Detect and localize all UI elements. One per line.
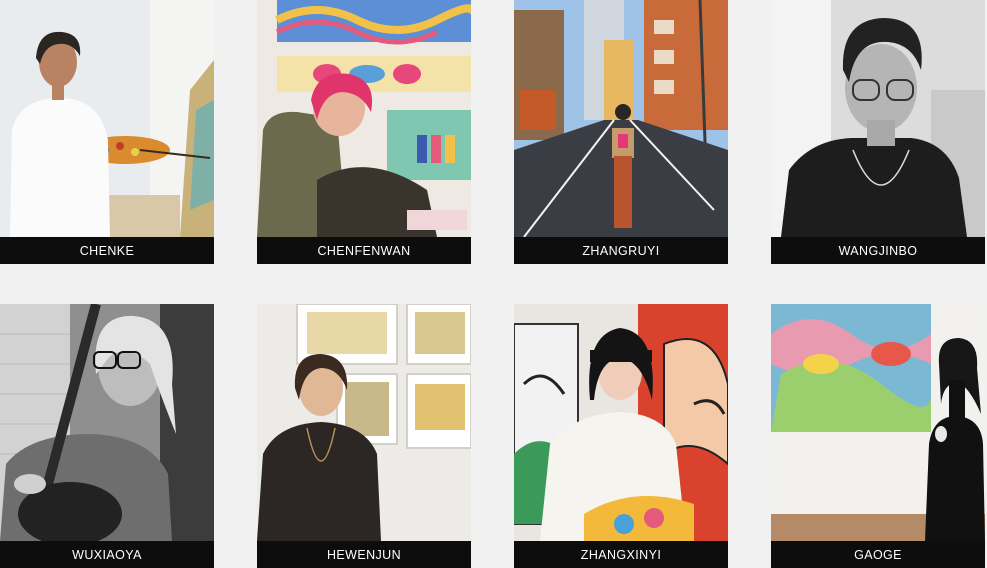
artist-card[interactable]: WUXIAOYA bbox=[0, 304, 214, 568]
artist-photo bbox=[514, 304, 728, 541]
artist-card[interactable]: CHENFENWAN bbox=[257, 0, 471, 264]
artist-card[interactable]: ZHANGXINYI bbox=[514, 304, 728, 568]
artist-name: ZHANGRUYI bbox=[514, 237, 728, 264]
artist-name: GAOGE bbox=[771, 541, 985, 568]
artist-photo bbox=[514, 0, 728, 237]
artist-card[interactable]: CHENKE bbox=[0, 0, 214, 264]
artist-photo bbox=[0, 304, 214, 541]
artist-name: ZHANGXINYI bbox=[514, 541, 728, 568]
artist-name: WUXIAOYA bbox=[0, 541, 214, 568]
artist-photo bbox=[257, 304, 471, 541]
artist-card[interactable]: WANGJINBO bbox=[771, 0, 985, 264]
artist-photo bbox=[771, 304, 985, 541]
artist-name: CHENFENWAN bbox=[257, 237, 471, 264]
artist-photo bbox=[0, 0, 214, 237]
artist-photo bbox=[257, 0, 471, 237]
artist-name: WANGJINBO bbox=[771, 237, 985, 264]
artist-card[interactable]: HEWENJUN bbox=[257, 304, 471, 568]
artist-name: HEWENJUN bbox=[257, 541, 471, 568]
artist-photo bbox=[771, 0, 985, 237]
artist-card[interactable]: ZHANGRUYI bbox=[514, 0, 728, 264]
artist-card[interactable]: GAOGE bbox=[771, 304, 985, 568]
artist-name: CHENKE bbox=[0, 237, 214, 264]
